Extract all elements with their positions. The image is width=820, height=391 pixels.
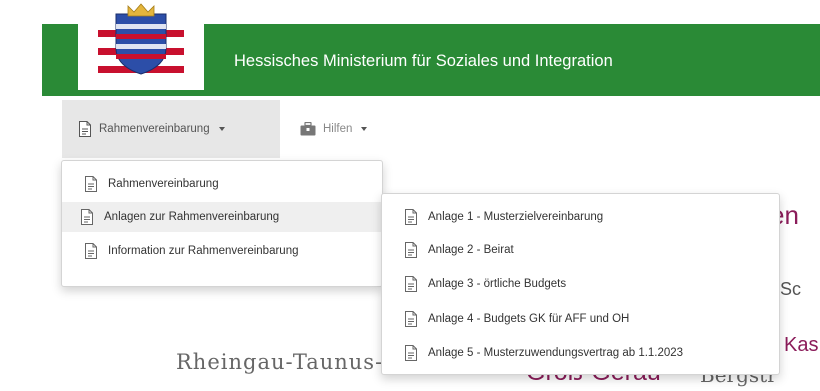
briefcase-icon xyxy=(300,122,316,136)
submenu-item-label: Anlage 3 - örtliche Budgets xyxy=(428,278,567,290)
submenu-item-label: Anlage 4 - Budgets GK für AFF und OH xyxy=(428,313,630,325)
menu-item-information[interactable]: Information zur Rahmenvereinbarung xyxy=(62,236,382,266)
rahmenvereinbarung-dropdown: Rahmenvereinbarung Anlagen zur Rahmenver… xyxy=(61,160,383,287)
nav-hilfen[interactable]: Hilfen xyxy=(292,100,412,158)
submenu-item-label: Anlage 2 - Beirat xyxy=(428,244,514,256)
submenu-item-label: Anlage 5 - Musterzuwendungsvertrag ab 1.… xyxy=(428,347,684,359)
menu-item-label: Information zur Rahmenvereinbarung xyxy=(108,245,299,257)
submenu-item-anlage-2[interactable]: Anlage 2 - Beirat xyxy=(382,235,779,265)
site-title: Hessisches Ministerium für Soziales und … xyxy=(234,52,613,70)
caret-down-icon xyxy=(361,127,368,131)
nav-rahmenvereinbarung[interactable]: Rahmenvereinbarung xyxy=(62,100,280,158)
submenu-item-anlage-1[interactable]: Anlage 1 - Musterzielvereinbarung xyxy=(382,202,779,232)
menu-item-anlagen[interactable]: Anlagen zur Rahmenvereinbarung xyxy=(62,202,382,232)
caret-down-icon xyxy=(218,127,225,131)
menu-item-label: Rahmenvereinbarung xyxy=(108,178,219,190)
menu-item-label: Anlagen zur Rahmenvereinbarung xyxy=(104,211,280,223)
nav-rahmenvereinbarung-label: Rahmenvereinbarung xyxy=(99,123,210,135)
hessen-coat-of-arms-icon[interactable] xyxy=(78,0,204,90)
submenu-item-label: Anlage 1 - Musterzielvereinbarung xyxy=(428,211,604,223)
menu-item-rahmenvereinbarung[interactable]: Rahmenvereinbarung xyxy=(62,169,382,199)
nav-hilfen-label: Hilfen xyxy=(323,123,353,135)
background-text-fragment: Sc xyxy=(780,279,802,299)
map-label-fragment: Kas xyxy=(784,334,819,356)
document-icon xyxy=(404,345,418,361)
document-icon xyxy=(404,311,418,327)
document-icon xyxy=(84,243,98,259)
document-icon xyxy=(78,121,92,137)
submenu-item-anlage-4[interactable]: Anlage 4 - Budgets GK für AFF und OH xyxy=(382,304,779,334)
document-icon xyxy=(404,242,418,258)
document-icon xyxy=(84,176,98,192)
anlagen-submenu: Anlage 1 - Musterzielvereinbarung Anlage… xyxy=(381,193,780,375)
submenu-item-anlage-5[interactable]: Anlage 5 - Musterzuwendungsvertrag ab 1.… xyxy=(382,338,779,368)
submenu-item-anlage-3[interactable]: Anlage 3 - örtliche Budgets xyxy=(382,269,779,299)
document-icon xyxy=(404,276,418,292)
document-icon xyxy=(404,209,418,225)
document-icon xyxy=(80,209,94,225)
